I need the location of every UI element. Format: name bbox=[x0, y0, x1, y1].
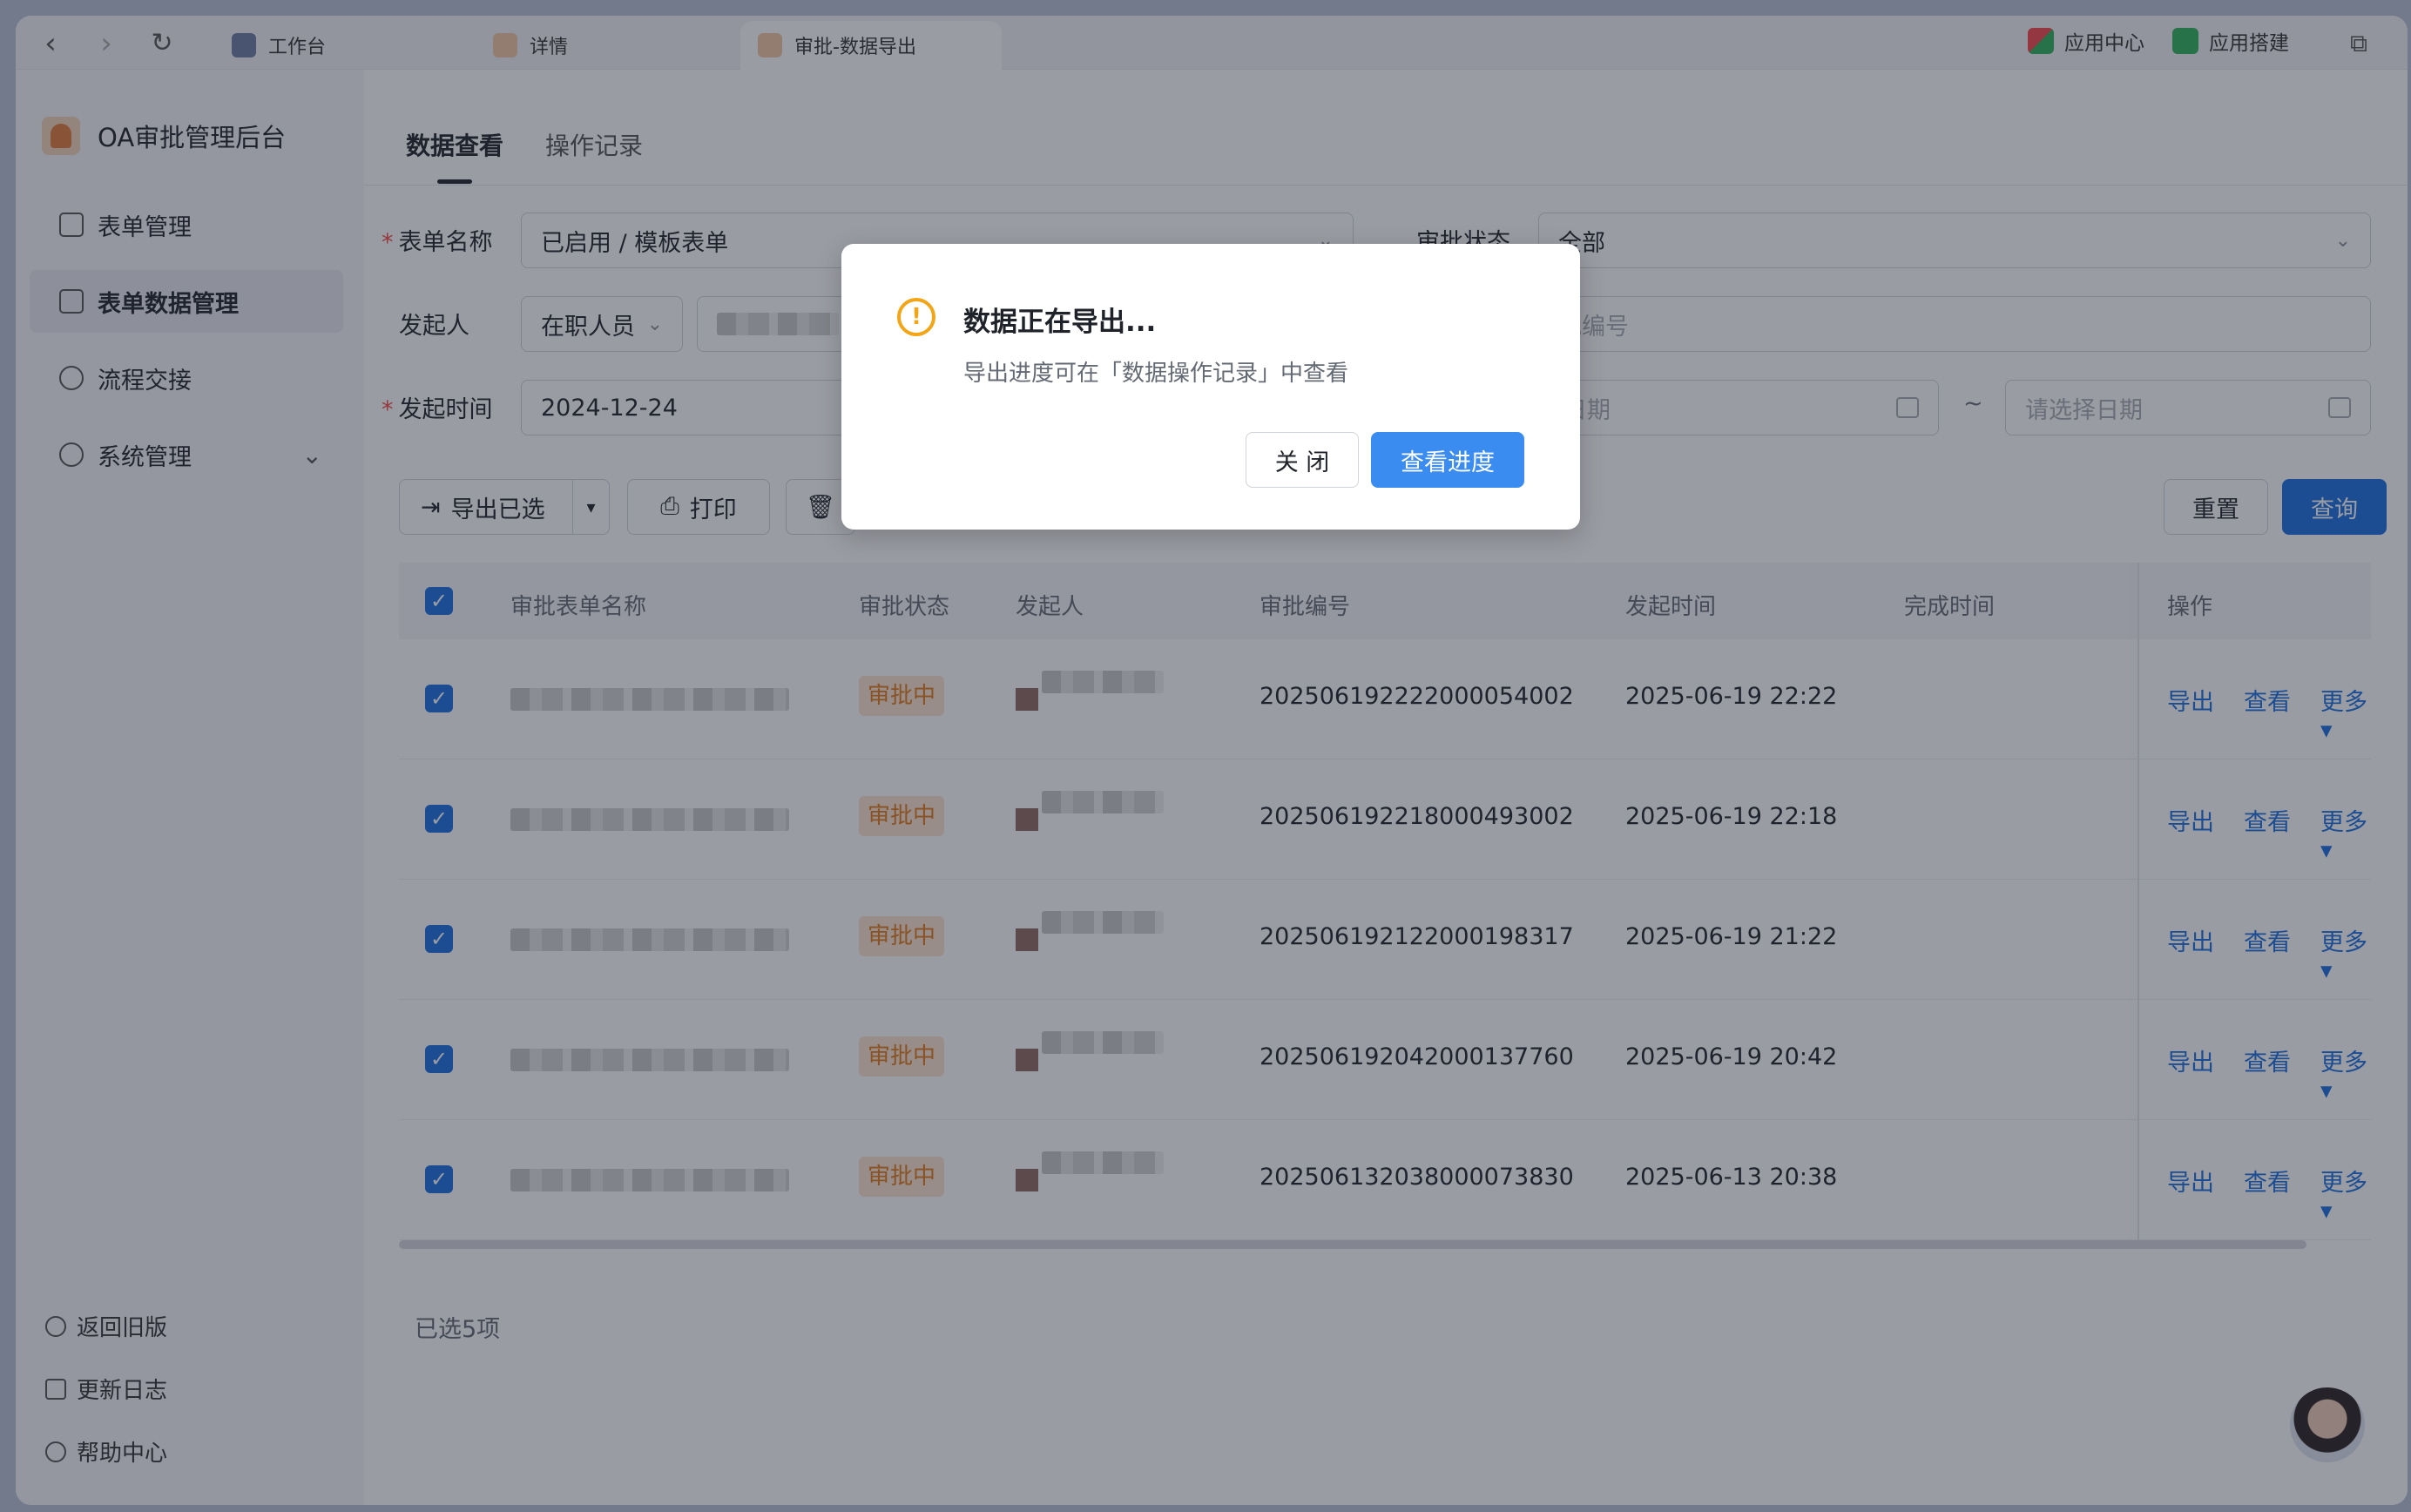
dialog-title: 数据正在导出... bbox=[963, 307, 1157, 338]
warning-icon: ! bbox=[897, 298, 935, 336]
export-dialog: ! 数据正在导出... 导出进度可在「数据操作记录」中查看 关 闭 查看进度 bbox=[841, 244, 1580, 530]
view-progress-button[interactable]: 查看进度 bbox=[1371, 432, 1524, 488]
dialog-description: 导出进度可在「数据操作记录」中查看 bbox=[963, 361, 1349, 387]
modal-overlay[interactable] bbox=[0, 0, 2411, 1512]
close-button[interactable]: 关 闭 bbox=[1246, 432, 1359, 488]
